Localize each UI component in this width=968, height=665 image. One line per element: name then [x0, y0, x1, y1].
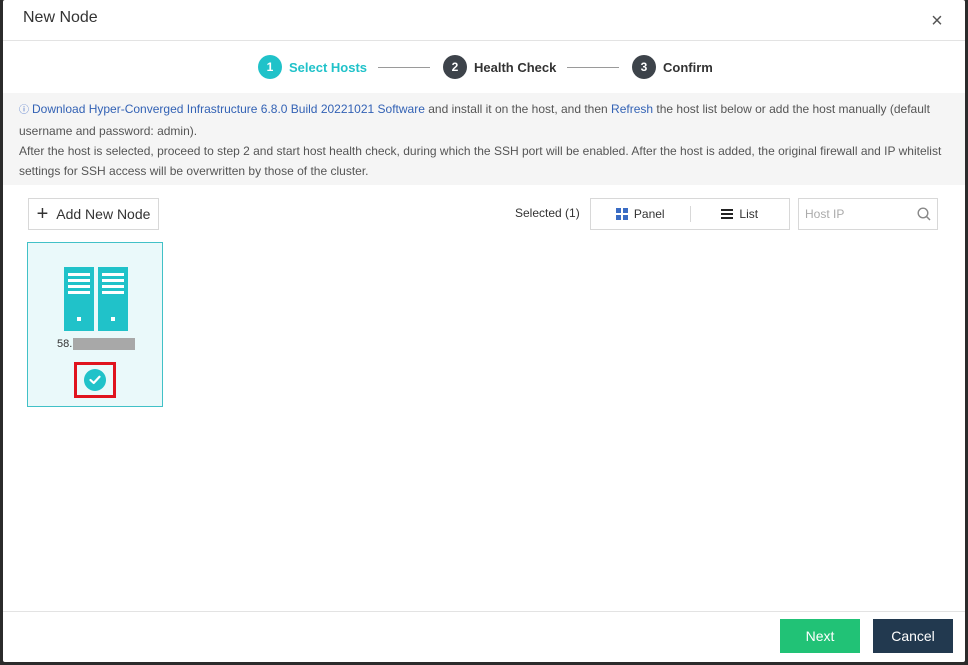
info-notice: ⓘ Download Hyper-Converged Infrastructure…	[3, 93, 965, 185]
notice-text: and install it on the host, and then	[424, 102, 612, 116]
host-card[interactable]: 58.	[27, 242, 163, 407]
panel-view-button[interactable]: Panel	[591, 199, 690, 229]
host-ip-search	[798, 198, 938, 230]
cancel-button[interactable]: Cancel	[873, 619, 953, 653]
step-connector	[378, 67, 430, 68]
next-button[interactable]: Next	[780, 619, 860, 653]
check-circle-icon[interactable]	[84, 369, 106, 391]
step-number: 3	[632, 55, 656, 79]
search-input[interactable]	[799, 199, 909, 229]
host-ip-prefix: 58.	[57, 338, 73, 350]
step-connector	[567, 67, 619, 68]
dialog-title: New Node	[23, 9, 98, 26]
plus-icon: +	[36, 203, 49, 225]
selected-count: Selected (1)	[515, 206, 580, 220]
add-new-node-button[interactable]: + Add New Node	[28, 198, 159, 230]
refresh-link[interactable]: Refresh	[611, 102, 653, 116]
checkmark-icon	[89, 375, 101, 385]
add-label: Add New Node	[56, 206, 151, 222]
redacted-ip	[73, 338, 136, 350]
step-label: Health Check	[474, 59, 557, 75]
step-health-check: 2 Health Check	[443, 55, 556, 79]
view-toggle: Panel List	[590, 198, 790, 230]
panel-label: Panel	[633, 207, 665, 221]
step-select-hosts: 1 Select Hosts	[258, 55, 367, 79]
notice-line-2: After the host is selected, proceed to s…	[19, 144, 942, 178]
info-icon: ⓘ	[19, 105, 29, 116]
step-label: Confirm	[663, 59, 713, 75]
server-icon	[64, 267, 128, 331]
list-view-button[interactable]: List	[691, 199, 790, 229]
step-number: 1	[258, 55, 282, 79]
new-node-dialog: New Node × 1 Select Hosts 2 Health Check…	[3, 0, 965, 662]
search-icon[interactable]	[917, 207, 931, 221]
download-link[interactable]: Download Hyper-Converged Infrastructure …	[32, 102, 425, 116]
toolbar: + Add New Node Selected (1) Panel List	[3, 195, 965, 235]
step-confirm: 3 Confirm	[632, 55, 713, 79]
selection-highlight	[74, 362, 116, 398]
step-indicator: 1 Select Hosts 2 Health Check 3 Confirm	[3, 41, 965, 91]
list-icon	[721, 209, 734, 219]
list-label: List	[739, 207, 759, 221]
close-icon[interactable]: ×	[927, 11, 947, 31]
notice-line-1: ⓘ Download Hyper-Converged Infrastructure…	[19, 99, 949, 141]
host-ip: 58.	[57, 338, 136, 350]
dialog-header: New Node ×	[3, 0, 965, 41]
step-label: Select Hosts	[289, 59, 368, 75]
step-number: 2	[443, 55, 467, 79]
dialog-footer: Next Cancel	[3, 611, 965, 662]
grid-icon	[615, 208, 628, 220]
